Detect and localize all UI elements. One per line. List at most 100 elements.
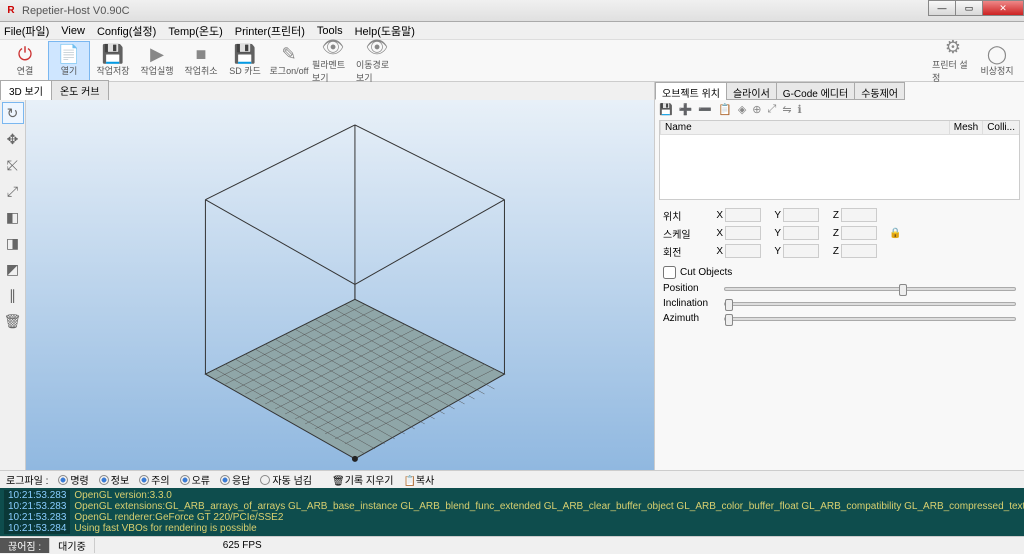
tab-temp-curve[interactable]: 온도 커브 [51, 80, 109, 100]
center-icon[interactable]: ⊕ [752, 103, 761, 116]
emergency-stop-button[interactable]: ◯비상정지 [976, 41, 1018, 81]
parallel-proj-button[interactable]: ∥ [2, 284, 24, 306]
delete-object-button[interactable]: 🗑 [2, 310, 24, 332]
col-mesh[interactable]: Mesh [949, 121, 982, 134]
view-iso-button[interactable]: ◩ [2, 258, 24, 280]
pos-x-input[interactable] [725, 208, 761, 222]
menu-view[interactable]: View [61, 25, 85, 37]
status-fps: 625 FPS [215, 540, 270, 551]
filter-errors[interactable]: 오류 [180, 472, 210, 487]
scale-x-input[interactable] [725, 226, 761, 240]
reset-view-button[interactable]: ↻ [2, 102, 24, 124]
status-bar: 끊어짐 : 대기중 625 FPS [0, 536, 1024, 554]
filter-commands[interactable]: 명령 [58, 472, 88, 487]
cut-position-slider[interactable] [724, 287, 1016, 291]
travel-view-button[interactable]: 👁이동경로 보기 [356, 41, 398, 81]
tab-slicer[interactable]: 슬라이서 [726, 82, 777, 100]
filter-info[interactable]: 정보 [99, 472, 129, 487]
status-connection: 끊어짐 : [0, 538, 50, 553]
stop-icon: ■ [196, 44, 207, 64]
scale-icon[interactable]: ⤢ [768, 103, 777, 116]
log-output[interactable]: 10:21:53.283OpenGL version:3.3.0 10:21:5… [0, 488, 1024, 536]
label-cut-position: Position [663, 283, 718, 294]
eye-icon: 👁 [322, 38, 345, 58]
menu-file[interactable]: File(파일) [4, 23, 49, 39]
menu-tools[interactable]: Tools [317, 25, 343, 37]
label-scale: 스케일 [663, 226, 703, 241]
label-azimuth: Azimuth [663, 313, 718, 324]
rot-z-input[interactable] [841, 244, 877, 258]
tab-object-placement[interactable]: 오브젝트 위치 [655, 82, 727, 100]
col-name[interactable]: Name [660, 121, 949, 134]
stop-job-button[interactable]: ■작업취소 [180, 41, 222, 81]
object-list[interactable]: Name Mesh Colli... [659, 120, 1020, 200]
open-button[interactable]: 📄열기 [48, 41, 90, 81]
main-toolbar: ⏻연결 📄열기 💾작업저장 ▶작업실행 ■작업취소 💾SD 카드 ✎로그on/o… [0, 40, 1024, 82]
move-view-button[interactable]: ✥ [2, 128, 24, 150]
move-object-button[interactable]: ⤪ [2, 154, 24, 176]
right-tabs: 오브젝트 위치 슬라이서 G-Code 에디터 수동제어 [655, 82, 1024, 100]
info-icon[interactable]: ℹ [798, 103, 802, 116]
log-timestamp: 10:21:53.283 [4, 512, 70, 523]
label-rotation: 회전 [663, 244, 703, 259]
scale-y-input[interactable] [783, 226, 819, 240]
menu-temp[interactable]: Temp(온도) [168, 23, 222, 39]
gear-icon: ⚙ [945, 38, 961, 58]
pos-y-input[interactable] [783, 208, 819, 222]
clear-log-button[interactable]: 🗑기록 지우기 [332, 472, 393, 487]
cut-objects-checkbox[interactable] [663, 266, 676, 279]
connect-button[interactable]: ⏻연결 [4, 41, 46, 81]
window-title: Repetier-Host V0.90C [22, 5, 130, 17]
view-top-button[interactable]: ◧ [2, 206, 24, 228]
col-collision[interactable]: Colli... [982, 121, 1019, 134]
menu-printer[interactable]: Printer(프린터) [235, 23, 305, 39]
view-front-button[interactable]: ◨ [2, 232, 24, 254]
remove-icon[interactable]: ➖ [698, 103, 712, 116]
copy-icon[interactable]: 📋 [718, 103, 732, 116]
log-message: OpenGL version:3.3.0 [74, 490, 171, 501]
filter-autoscroll[interactable]: 자동 넘김 [260, 472, 312, 487]
run-job-button[interactable]: ▶작업실행 [136, 41, 178, 81]
save-job-button[interactable]: 💾작업저장 [92, 41, 134, 81]
printer-settings-button[interactable]: ⚙프린터 설정 [932, 41, 974, 81]
scale-z-input[interactable] [841, 226, 877, 240]
rot-y-input[interactable] [783, 244, 819, 258]
log-message: OpenGL extensions:GL_ARB_arrays_of_array… [74, 501, 1024, 512]
tab-manual-control[interactable]: 수동제어 [854, 82, 905, 100]
status-idle: 대기중 [50, 538, 95, 553]
filament-view-button[interactable]: 👁필라멘트 보기 [312, 41, 354, 81]
log-toggle-button[interactable]: ✎로그on/off [268, 41, 310, 81]
save-icon[interactable]: 💾 [659, 103, 673, 116]
trash-icon: 🗑 [332, 476, 345, 487]
tab-3d-view[interactable]: 3D 보기 [0, 80, 52, 100]
3d-viewport[interactable] [26, 100, 654, 470]
app-icon: R [4, 4, 18, 18]
minimize-button[interactable]: — [928, 0, 956, 16]
rot-x-input[interactable] [725, 244, 761, 258]
add-icon[interactable]: ➕ [679, 103, 693, 116]
menubar: File(파일) View Config(설정) Temp(온도) Printe… [0, 22, 1024, 40]
copy-log-button[interactable]: 📋복사 [403, 472, 434, 487]
inclination-slider[interactable] [724, 302, 1016, 306]
sdcard-button[interactable]: 💾SD 카드 [224, 41, 266, 81]
eye-icon: 👁 [366, 38, 389, 58]
autoplace-icon[interactable]: ◈ [738, 103, 746, 116]
pencil-icon: ✎ [281, 44, 296, 64]
pos-z-input[interactable] [841, 208, 877, 222]
mirror-icon[interactable]: ⇋ [782, 103, 791, 116]
transform-panel: 위치XYZ 스케일XYZ🔒 회전XYZ [655, 202, 1024, 264]
copy-icon: 📋 [403, 476, 415, 487]
cut-objects-label: Cut Objects [680, 267, 732, 278]
maximize-button[interactable]: ▭ [955, 0, 983, 16]
zoom-button[interactable]: ⤢ [2, 180, 24, 202]
azimuth-slider[interactable] [724, 317, 1016, 321]
sdcard-icon: 💾 [234, 44, 256, 64]
lock-icon[interactable]: 🔒 [889, 228, 901, 239]
menu-config[interactable]: Config(설정) [97, 23, 156, 39]
log-message: Using fast VBOs for rendering is possibl… [74, 523, 256, 534]
log-message: OpenGL renderer:GeForce GT 220/PCIe/SSE2 [74, 512, 283, 523]
close-button[interactable]: ✕ [982, 0, 1024, 16]
filter-ack[interactable]: 응답 [220, 472, 250, 487]
filter-warnings[interactable]: 주의 [139, 472, 169, 487]
tab-gcode-editor[interactable]: G-Code 에디터 [776, 82, 855, 100]
